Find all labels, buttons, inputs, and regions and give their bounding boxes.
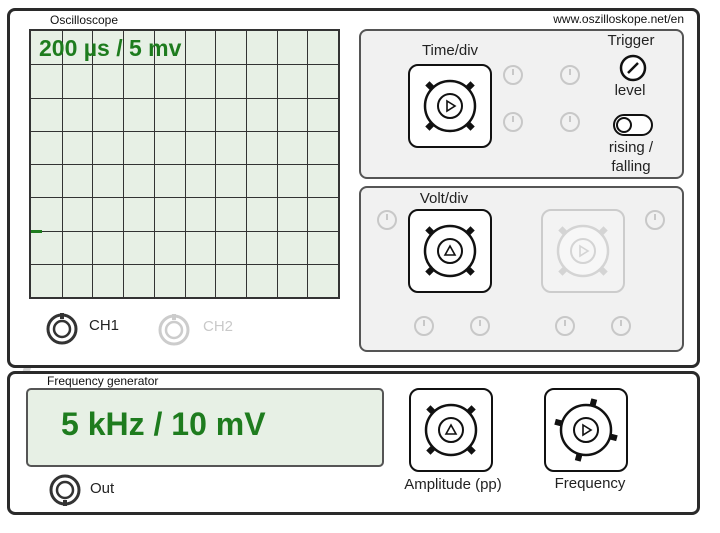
level-label: level (614, 82, 646, 99)
trigger-level-knob[interactable] (618, 53, 648, 83)
time-div-label: Time/div (421, 42, 479, 59)
out-jack[interactable] (49, 474, 81, 506)
play-up-icon (423, 224, 477, 278)
vertical-mini-knob-4[interactable] (469, 315, 491, 337)
amplitude-knob[interactable] (409, 388, 493, 472)
ch2-label: CH2 (203, 318, 234, 335)
website-url: www.oszilloskope.net/en (553, 12, 684, 26)
generator-title: Frequency generator (47, 374, 159, 388)
ch2-jack[interactable] (158, 314, 190, 346)
timebase-mini-knob-4[interactable] (559, 111, 581, 133)
toggle-knob (616, 117, 632, 133)
play-up-icon (424, 403, 478, 457)
vertical-mini-knob-3[interactable] (413, 315, 435, 337)
ch1-jack[interactable] (46, 313, 78, 345)
volt-div-knob-ch2[interactable] (541, 209, 625, 293)
play-right-icon (423, 79, 477, 133)
vertical-mini-knob-6[interactable] (610, 315, 632, 337)
play-right-icon (554, 398, 618, 462)
vertical-mini-knob-1[interactable] (376, 209, 398, 231)
timebase-mini-knob-2[interactable] (559, 64, 581, 86)
edge-toggle-switch[interactable] (613, 114, 653, 136)
frequency-knob[interactable] (544, 388, 628, 472)
screen-grid (31, 31, 338, 297)
generator-readout: 5 kHz / 10 mV (61, 406, 266, 442)
vertical-mini-knob-2[interactable] (644, 209, 666, 231)
volt-div-label: Volt/div (419, 190, 469, 207)
oscilloscope-screen: 200 µs / 5 mv (29, 29, 340, 299)
trigger-label: Trigger (607, 32, 655, 49)
timebase-mini-knob-3[interactable] (502, 111, 524, 133)
play-right-icon (556, 224, 610, 278)
edge-label: rising / falling (608, 139, 654, 175)
oscilloscope-title: Oscilloscope (50, 13, 119, 27)
timebase-mini-knob-1[interactable] (502, 64, 524, 86)
trace-marker (31, 230, 42, 233)
volt-div-knob-ch1[interactable] (408, 209, 492, 293)
screen-readout: 200 µs / 5 mv (39, 35, 182, 61)
generator-display: 5 kHz / 10 mV (26, 388, 384, 467)
ch1-label: CH1 (89, 317, 120, 334)
out-label: Out (90, 480, 115, 497)
amplitude-label: Amplitude (pp) (404, 476, 502, 493)
vertical-mini-knob-5[interactable] (554, 315, 576, 337)
frequency-label: Frequency (554, 475, 626, 492)
time-div-knob[interactable] (408, 64, 492, 148)
